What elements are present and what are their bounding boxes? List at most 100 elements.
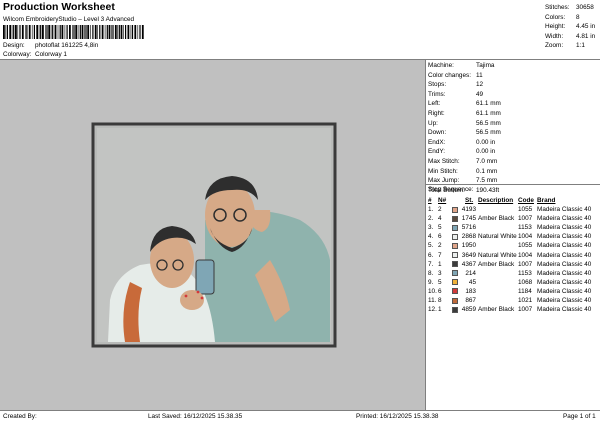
cell-brand: Madeira Classic 40 <box>537 233 592 241</box>
barcode-bar <box>40 25 42 39</box>
cell-desc <box>478 287 518 296</box>
phone <box>195 259 215 295</box>
info-row: EndX: 0.00 in <box>428 138 496 146</box>
cell-brand: Madeira Classic 40 <box>537 224 592 232</box>
barcode-bar <box>3 25 5 39</box>
barcode-bar <box>117 25 118 39</box>
barcode-bar <box>46 25 48 39</box>
cell-brand: Madeira Classic 40 <box>537 260 592 268</box>
stat-row: Width: 4.81 in <box>545 32 596 40</box>
barcode-bar <box>25 25 26 39</box>
barcode-bar <box>66 25 68 39</box>
color-swatch-cell <box>452 214 461 223</box>
barcode-bar <box>57 25 59 39</box>
sequence-divider <box>426 184 600 185</box>
cell-code: 1021 <box>518 297 533 305</box>
cell-num: 12. <box>428 306 437 314</box>
cell-n: 5 <box>438 278 442 286</box>
barcode-bar <box>17 25 19 39</box>
cell-brand: Madeira Classic 40 <box>537 287 592 295</box>
barcode-bar <box>79 25 81 39</box>
table-row: 5. 2 1950 1055 Madeira Classic 40 <box>428 241 600 250</box>
barcode-bar <box>139 25 141 39</box>
barcode-bar <box>106 25 108 39</box>
color-swatch-cell <box>452 232 461 241</box>
barcode-bar <box>81 25 84 39</box>
cell-desc <box>478 269 518 278</box>
barcode-bar <box>31 25 33 39</box>
barcode-bar <box>21 25 24 39</box>
cell-num: 7. <box>428 260 434 268</box>
cell-code: 1004 <box>518 233 533 241</box>
barcode-bar <box>97 25 98 39</box>
color-swatch-cell <box>452 251 461 260</box>
barcode-bar <box>50 25 52 39</box>
barcode-image <box>3 25 144 39</box>
printed-date: Printed: 16/12/2025 15.38.38 <box>356 413 439 420</box>
barcode-bar <box>101 25 104 39</box>
table-row: 1. 2 4193 1055 Madeira Classic 40 <box>428 205 600 214</box>
barcode-bar <box>54 25 57 39</box>
barcode-bar <box>26 25 28 39</box>
cell-desc <box>478 205 518 214</box>
last-saved: Last Saved: 16/12/2025 15.38.35 <box>148 413 243 420</box>
design-row: Design: photoflat 161225 4,8in <box>3 42 98 49</box>
color-swatch <box>452 297 458 304</box>
barcode-bar <box>11 25 13 39</box>
cell-num: 1. <box>428 206 434 214</box>
stat-row: Colors: 8 <box>545 13 580 21</box>
barcode-bar <box>36 25 39 39</box>
info-row: Stops: 12 <box>428 81 484 89</box>
cell-st: 2868 <box>461 233 476 241</box>
color-swatch <box>452 233 458 240</box>
cell-brand: Madeira Classic 40 <box>537 278 592 286</box>
info-row: Trims: 49 <box>428 90 484 98</box>
cell-num: 8. <box>428 269 434 277</box>
table-row: 3. 5 5716 1153 Madeira Classic 40 <box>428 223 600 232</box>
color-swatch <box>452 252 458 259</box>
table-row: 11. 8 867 1021 Madeira Classic 40 <box>428 296 600 305</box>
cell-n: 6 <box>438 287 442 295</box>
nail-polish <box>196 290 200 294</box>
footer-divider <box>0 410 600 411</box>
woman-hands <box>180 290 204 310</box>
table-row: 9. 5 45 1068 Madeira Classic 40 <box>428 278 600 287</box>
cell-num: 5. <box>428 242 434 250</box>
design-value: photoflat 161225 4,8in <box>35 42 99 49</box>
info-row: Machine: Tajima <box>428 62 495 69</box>
barcode-bar <box>72 25 73 39</box>
cell-st: 867 <box>465 297 476 305</box>
stop-sequence-table: # N# St. Description Code Brand 1. 2 4193 1… <box>428 196 600 314</box>
cell-num: 10. <box>428 287 437 295</box>
barcode-bar <box>77 25 79 39</box>
cell-st: 5716 <box>461 224 476 232</box>
colorway-label: Colorway: <box>3 51 32 58</box>
cell-st: 4859 <box>461 306 476 314</box>
barcode-bar <box>9 25 12 39</box>
barcode-bar <box>52 25 54 39</box>
nail-polish <box>184 294 188 298</box>
barcode-bar <box>84 25 85 39</box>
barcode-bar <box>87 25 90 39</box>
page-title: Production Worksheet <box>3 1 115 13</box>
cell-st: 3649 <box>461 251 476 259</box>
barcode-bar <box>90 25 91 39</box>
info-row: Up: 56.5 mm <box>428 119 501 127</box>
stat-row: Stitches: 30658 <box>545 4 594 11</box>
barcode-bar <box>19 25 21 39</box>
cell-n: 1 <box>438 306 442 314</box>
barcode-bar <box>112 25 114 39</box>
color-swatch-cell <box>452 278 461 287</box>
color-swatch <box>452 288 458 295</box>
barcode-bar <box>45 25 46 39</box>
cell-desc <box>478 278 518 287</box>
barcode-bar <box>99 25 101 39</box>
barcode-bar <box>94 25 97 39</box>
cell-desc: Amber Black <box>478 260 515 268</box>
color-swatch <box>452 224 458 231</box>
barcode-bar <box>73 25 75 39</box>
nail-polish <box>200 296 204 300</box>
info-row: Max Stitch: 7.0 mm <box>428 157 498 165</box>
cell-n: 3 <box>438 269 442 277</box>
table-row: 10. 6 183 1184 Madeira Classic 40 <box>428 287 600 296</box>
